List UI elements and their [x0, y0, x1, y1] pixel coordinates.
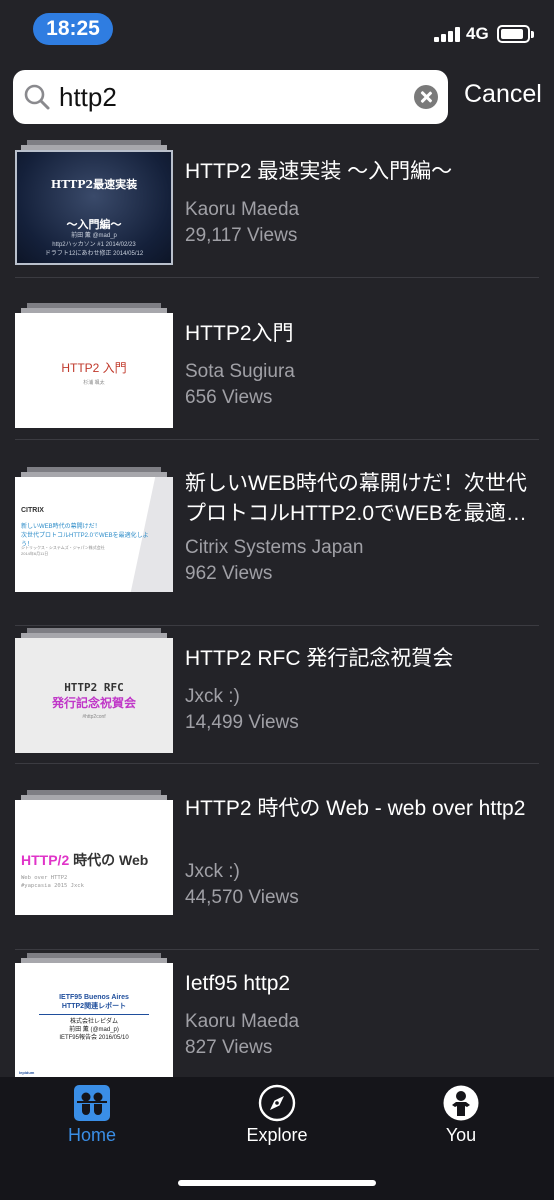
result-title[interactable]: HTTP2入門 — [185, 319, 530, 349]
person-icon — [443, 1085, 479, 1121]
result-author: Kaoru Maeda — [185, 1011, 300, 1032]
divider — [15, 439, 539, 440]
clear-search-button[interactable] — [414, 85, 438, 109]
result-author: Jxck :) — [185, 686, 240, 707]
search-input[interactable] — [59, 78, 409, 116]
slide-text: HTTP2最速実装 — [50, 178, 138, 191]
slide-text: 発行記念祝賀会 — [51, 696, 136, 710]
slide-text: HTTP2 入門 — [61, 361, 127, 375]
result-author: Jxck :) — [185, 861, 240, 882]
tab-explore[interactable]: Explore — [207, 1077, 347, 1157]
result-title[interactable]: HTTP2 最速実装 〜入門編〜 — [185, 157, 530, 187]
search-icon — [24, 84, 50, 110]
slide-text: #http2conf — [82, 714, 106, 720]
result-author: Sota Sugiura — [185, 361, 295, 382]
slide-text: Web over HTTP2 #yapcasia 2015 Jxck — [21, 875, 84, 889]
lepidum-logo: lepidum — [19, 1070, 35, 1075]
slide-thumbnail[interactable]: CITRIX 新しいWEB時代の幕開けだ！ 次世代プロトコルHTTP2.0でWEB… — [15, 467, 173, 592]
result-author: Citrix Systems Japan — [185, 537, 364, 558]
slide-text: HTTP2 RFC — [64, 681, 124, 694]
slide-text: IETF95 Buenos Aires HTTP2関連レポート — [59, 994, 129, 1010]
slide-text: ドラフト12にあわせ修正 2014/05/12 — [44, 251, 144, 257]
result-author: Kaoru Maeda — [185, 199, 300, 220]
result-item[interactable]: HTTP/2 時代の Web Web over HTTP2 #yapcasia 2… — [0, 788, 554, 950]
battery-icon — [497, 25, 534, 43]
tab-home[interactable]: Home — [22, 1077, 162, 1157]
result-item[interactable]: HTTP2最速実装 〜入門編〜 前田 薫 @mad_p http2ハッカソン #… — [0, 140, 554, 302]
cancel-button[interactable]: Cancel — [464, 80, 542, 109]
slide-text: 株式会社レピダム 前田 薫 (@mad_p) IETF95報告会 2016/05/1… — [59, 1019, 129, 1041]
result-title[interactable]: HTTP2 時代の Web - web over http2 — [185, 794, 530, 824]
result-item[interactable]: HTTP2 RFC 発行記念祝賀会 #http2conf HTTP2 RFC 発… — [0, 626, 554, 788]
slide-thumbnail[interactable]: IETF95 Buenos Aires HTTP2関連レポート 株式会社レピダム前… — [15, 953, 173, 1077]
result-item[interactable]: HTTP2 入門 杉浦 颯太 HTTP2入門 Sota Sugiura 656 … — [0, 302, 554, 464]
slide-text: 〜入門編〜 — [66, 218, 122, 231]
search-results-list: HTTP2最速実装 〜入門編〜 前田 薫 @mad_p http2ハッカソン #… — [0, 140, 554, 1077]
slide-thumbnail[interactable]: HTTP2最速実装 〜入門編〜 前田 薫 @mad_p http2ハッカソン #… — [15, 140, 173, 265]
home-icon — [74, 1085, 110, 1121]
slide-text: 杉浦 颯太 — [83, 380, 105, 386]
result-views: 44,570 Views — [185, 887, 299, 908]
result-item[interactable]: IETF95 Buenos Aires HTTP2関連レポート 株式会社レピダム前… — [0, 950, 554, 1077]
result-title[interactable]: HTTP2 RFC 発行記念祝賀会 — [185, 644, 530, 674]
citrix-logo: CITRIX — [21, 507, 44, 514]
search-bar[interactable] — [13, 70, 448, 124]
result-views: 656 Views — [185, 387, 273, 408]
tab-you[interactable]: You — [391, 1077, 531, 1157]
slide-thumbnail[interactable]: HTTP2 RFC 発行記念祝賀会 #http2conf — [15, 628, 173, 753]
slide-text: http2ハッカソン #1 2014/02/23 — [52, 242, 136, 248]
slide-text: HTTP/2 時代の Web — [21, 852, 149, 868]
signal-icon — [434, 26, 460, 42]
compass-icon — [258, 1084, 296, 1122]
slide-text: シトリックス・システムズ・ジャパン株式会社 2014年6月11日 — [21, 545, 105, 556]
tab-label: You — [445, 1125, 477, 1145]
slide-text: 前田 薫 @mad_p — [71, 233, 117, 239]
result-views: 962 Views — [185, 563, 273, 584]
status-time: 18:25 — [33, 13, 113, 45]
slide-thumbnail[interactable]: HTTP2 入門 杉浦 颯太 — [15, 303, 173, 428]
result-title[interactable]: Ietf95 http2 — [185, 969, 530, 999]
slide-thumbnail[interactable]: HTTP/2 時代の Web Web over HTTP2 #yapcasia 2… — [15, 790, 173, 915]
tab-label: Home — [67, 1125, 116, 1145]
network-label: 4G — [466, 24, 489, 43]
result-title[interactable]: 新しいWEB時代の幕開けだ！次世代プロトコルHTTP2.0でWEBを最適化しよう… — [185, 469, 530, 529]
status-bar: 18:25 4G — [0, 0, 554, 60]
result-item[interactable]: CITRIX 新しいWEB時代の幕開けだ！ 次世代プロトコルHTTP2.0でWEB… — [0, 464, 554, 626]
result-views: 827 Views — [185, 1037, 273, 1058]
divider — [15, 277, 539, 278]
tab-label: Explore — [246, 1125, 308, 1145]
divider — [15, 763, 539, 764]
home-indicator — [178, 1180, 376, 1186]
result-views: 29,117 Views — [185, 225, 298, 246]
result-views: 14,499 Views — [185, 712, 299, 733]
